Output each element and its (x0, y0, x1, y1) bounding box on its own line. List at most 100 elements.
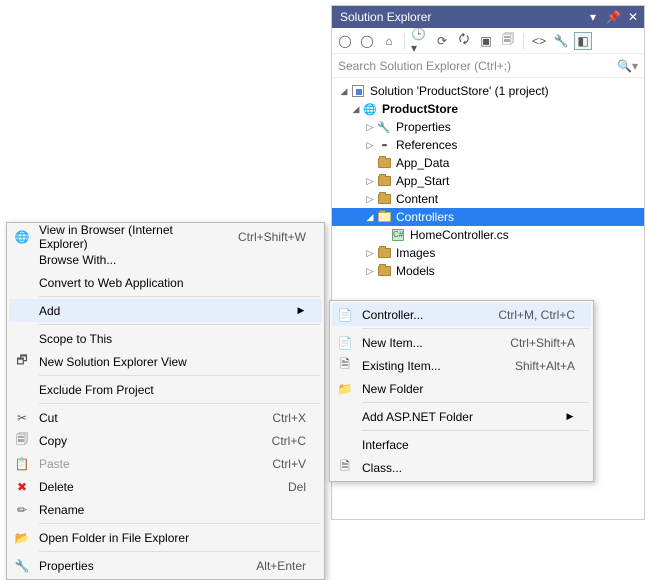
menu-item-rename[interactable]: ✏Rename (9, 498, 322, 521)
node-label: Content (396, 192, 438, 206)
properties-node[interactable]: ▷ Properties (332, 118, 644, 136)
menu-item-paste: 📋PasteCtrl+V (9, 452, 322, 475)
delete-icon: ✖ (11, 478, 33, 496)
wrench-icon (376, 120, 392, 134)
menu-item-class[interactable]: 🗎Class... (332, 456, 591, 479)
menu-item-shortcut: Ctrl+V (272, 457, 306, 471)
menu-item-label: Add ASP.NET Folder (362, 410, 565, 424)
blank-icon (11, 330, 33, 348)
menu-item-view-in-browser-internet-explorer[interactable]: 🌐View in Browser (Internet Explorer)Ctrl… (9, 225, 322, 248)
menu-separator (362, 430, 589, 431)
folder-icon (376, 210, 392, 224)
appdata-node[interactable]: App_Data (332, 154, 644, 172)
menu-item-convert-to-web-application[interactable]: Convert to Web Application (9, 271, 322, 294)
toolbar-separator (404, 33, 405, 49)
homecontroller-node[interactable]: C# HomeController.cs (332, 226, 644, 244)
menu-item-controller[interactable]: 📄Controller...Ctrl+M, Ctrl+C (332, 303, 591, 326)
models-node[interactable]: ▷ Models (332, 262, 644, 280)
menu-item-shortcut: Shift+Alt+A (515, 359, 575, 373)
pin-icon[interactable]: 📌 (606, 6, 620, 28)
refresh-icon[interactable]: 🗘 (455, 32, 473, 50)
collapse-all-icon[interactable]: ▣ (477, 32, 495, 50)
close-icon[interactable]: ✕ (626, 6, 640, 28)
menu-item-label: Exclude From Project (39, 383, 306, 397)
menu-item-scope-to-this[interactable]: Scope to This (9, 327, 322, 350)
references-node[interactable]: ▷ References (332, 136, 644, 154)
menu-item-cut[interactable]: ✂CutCtrl+X (9, 406, 322, 429)
context-menu-add: 📄Controller...Ctrl+M, Ctrl+C📄New Item...… (329, 300, 594, 482)
sync-icon[interactable]: ⟳ (433, 32, 451, 50)
menu-item-open-folder-in-file-explorer[interactable]: 📂Open Folder in File Explorer (9, 526, 322, 549)
panel-toolbar: ◯ ◯ ⌂ 🕒▾ ⟳ 🗘 ▣ 🗐 <> 🔧 ◧ (332, 28, 644, 54)
home-icon[interactable]: ⌂ (380, 32, 398, 50)
expand-icon[interactable]: ▷ (364, 176, 376, 187)
menu-item-delete[interactable]: ✖DeleteDel (9, 475, 322, 498)
menu-item-label: Rename (39, 503, 306, 517)
paste-icon: 📋 (11, 455, 33, 473)
folder-icon (376, 264, 392, 278)
menu-item-label: Open Folder in File Explorer (39, 531, 306, 545)
menu-item-shortcut: Alt+Enter (256, 559, 306, 573)
context-menu-main: 🌐View in Browser (Internet Explorer)Ctrl… (6, 222, 325, 580)
menu-item-label: Add (39, 304, 296, 318)
folder-icon (376, 156, 392, 170)
expand-icon[interactable]: ◢ (350, 104, 362, 115)
menu-separator (39, 523, 320, 524)
menu-item-add-asp-net-folder[interactable]: Add ASP.NET Folder▶ (332, 405, 591, 428)
expand-icon[interactable]: ▷ (364, 122, 376, 133)
pending-changes-icon[interactable]: 🕒▾ (411, 32, 429, 50)
references-icon (376, 138, 392, 152)
preview-selected-icon[interactable]: ◧ (574, 32, 592, 50)
view-code-icon[interactable]: <> (530, 32, 548, 50)
search-box[interactable]: Search Solution Explorer (Ctrl+;) 🔍▾ (332, 54, 644, 78)
search-placeholder: Search Solution Explorer (Ctrl+;) (338, 59, 617, 73)
menu-item-shortcut: Del (288, 480, 306, 494)
menu-item-properties[interactable]: 🔧PropertiesAlt+Enter (9, 554, 322, 577)
forward-icon[interactable]: ◯ (358, 32, 376, 50)
expand-icon[interactable]: ◢ (364, 212, 376, 223)
menu-item-label: New Folder (362, 382, 575, 396)
menu-separator (39, 551, 320, 552)
controller-icon: 📄 (334, 306, 356, 324)
menu-item-label: New Item... (362, 336, 486, 350)
menu-item-label: Controller... (362, 308, 474, 322)
expand-icon[interactable]: ▷ (364, 266, 376, 277)
menu-item-browse-with[interactable]: Browse With... (9, 248, 322, 271)
menu-item-existing-item[interactable]: 🗎Existing Item...Shift+Alt+A (332, 354, 591, 377)
show-all-files-icon[interactable]: 🗐 (499, 32, 517, 50)
expand-icon[interactable]: ▷ (364, 194, 376, 205)
menu-item-interface[interactable]: Interface (332, 433, 591, 456)
project-icon (362, 102, 378, 116)
panel-menu-button[interactable]: ▾ (586, 6, 600, 28)
appstart-node[interactable]: ▷ App_Start (332, 172, 644, 190)
cs-file-icon: C# (390, 228, 406, 242)
submenu-arrow-icon: ▶ (565, 411, 575, 422)
images-node[interactable]: ▷ Images (332, 244, 644, 262)
menu-item-new-folder[interactable]: 📁New Folder (332, 377, 591, 400)
properties-icon[interactable]: 🔧 (552, 32, 570, 50)
menu-item-label: New Solution Explorer View (39, 355, 306, 369)
newitem-icon: 📄 (334, 334, 356, 352)
back-icon[interactable]: ◯ (336, 32, 354, 50)
menu-separator (362, 328, 589, 329)
project-node[interactable]: ◢ ProductStore (332, 100, 644, 118)
menu-item-add[interactable]: Add▶ (9, 299, 322, 322)
expand-icon[interactable]: ◢ (338, 86, 350, 97)
menu-item-label: View in Browser (Internet Explorer) (39, 223, 214, 251)
solution-node[interactable]: ◢ Solution 'ProductStore' (1 project) (332, 82, 644, 100)
menu-item-new-solution-explorer-view[interactable]: 🗗New Solution Explorer View (9, 350, 322, 373)
menu-separator (39, 403, 320, 404)
node-label: App_Start (396, 174, 449, 188)
expand-icon[interactable]: ▷ (364, 140, 376, 151)
controllers-node[interactable]: ◢ Controllers (332, 208, 644, 226)
menu-item-new-item[interactable]: 📄New Item...Ctrl+Shift+A (332, 331, 591, 354)
menu-item-label: Copy (39, 434, 248, 448)
node-label: Images (396, 246, 435, 260)
expand-icon[interactable]: ▷ (364, 248, 376, 259)
content-node[interactable]: ▷ Content (332, 190, 644, 208)
menu-item-exclude-from-project[interactable]: Exclude From Project (9, 378, 322, 401)
menu-item-label: Scope to This (39, 332, 306, 346)
blank-icon (11, 251, 33, 269)
menu-item-shortcut: Ctrl+X (272, 411, 306, 425)
menu-item-copy[interactable]: 🗐CopyCtrl+C (9, 429, 322, 452)
